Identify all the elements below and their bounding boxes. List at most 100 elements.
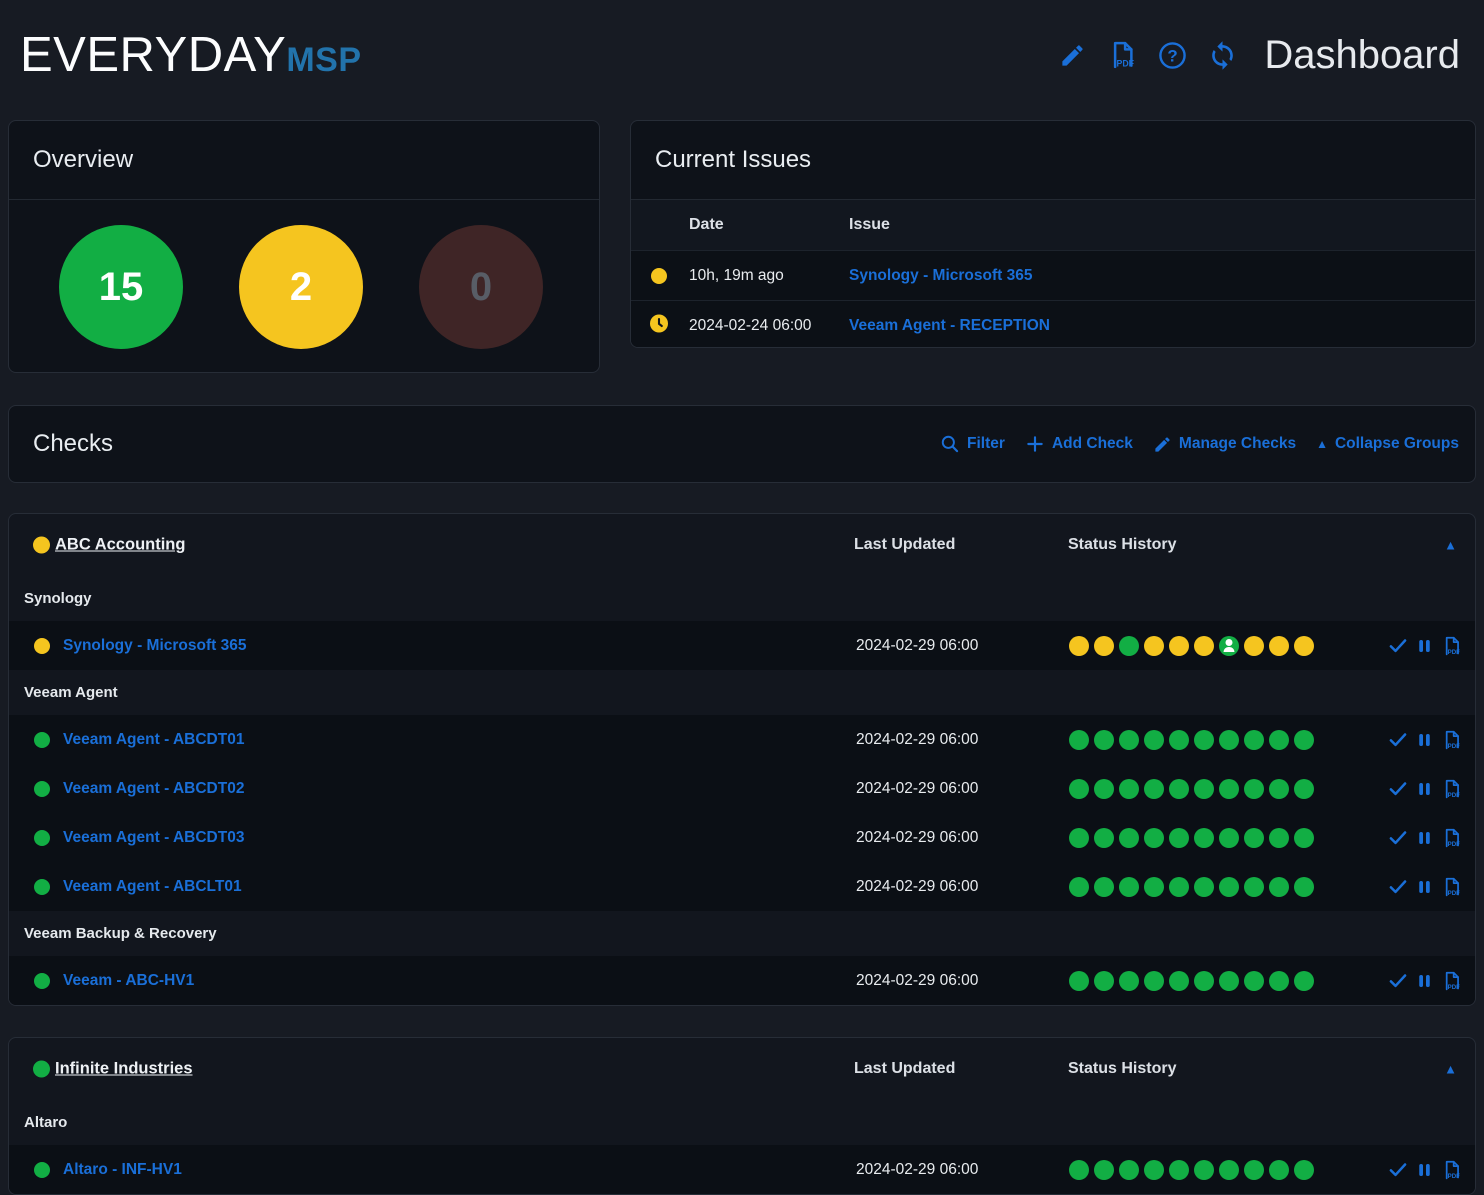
- pause-check-icon[interactable]: [1416, 829, 1433, 846]
- warning-status-dot: [651, 268, 667, 284]
- history-dot-ok: [1269, 828, 1289, 848]
- add-check-button[interactable]: Add Check: [1025, 434, 1133, 454]
- warning-clock-icon: [650, 314, 668, 337]
- export-pdf-icon[interactable]: PDF: [1106, 39, 1138, 71]
- history-dot-ok: [1294, 877, 1314, 897]
- overview-panel: Overview 15 2 0: [8, 120, 600, 373]
- issue-link[interactable]: Veeam Agent - RECEPTION: [849, 317, 1050, 335]
- history-dot-ok: [1094, 877, 1114, 897]
- pause-check-icon[interactable]: [1416, 780, 1433, 797]
- history-dot-ok: [1244, 971, 1264, 991]
- history-dot-ok: [1069, 877, 1089, 897]
- row-actions: PDF: [1388, 970, 1462, 991]
- history-dot-ok: [1094, 828, 1114, 848]
- history-dot-warn: [1194, 636, 1214, 656]
- check-row: Altaro - INF-HV1 2024-02-29 06:00 PDF: [9, 1145, 1475, 1194]
- clear-check-icon[interactable]: [1388, 730, 1408, 750]
- check-status-dot: [34, 732, 50, 748]
- check-row: Veeam Agent - ABCDT01 2024-02-29 06:00 P…: [9, 715, 1475, 764]
- check-last-updated: 2024-02-29 06:00: [856, 829, 978, 847]
- history-dot-ok: [1144, 1160, 1164, 1180]
- pdf-report-icon[interactable]: PDF: [1441, 729, 1462, 750]
- row-actions: PDF: [1388, 876, 1462, 897]
- check-name-link[interactable]: Synology - Microsoft 365: [63, 637, 246, 655]
- check-name-link[interactable]: Veeam - ABC-HV1: [63, 972, 194, 990]
- pause-check-icon[interactable]: [1416, 1161, 1433, 1178]
- pdf-report-icon[interactable]: PDF: [1441, 635, 1462, 656]
- collapse-groups-button[interactable]: ▲ Collapse Groups: [1316, 435, 1459, 453]
- history-dot-ok: [1269, 877, 1289, 897]
- group-name-link[interactable]: Infinite Industries: [55, 1060, 193, 1079]
- check-name-link[interactable]: Veeam Agent - ABCLT01: [63, 878, 242, 896]
- svg-text:PDF: PDF: [1448, 984, 1460, 991]
- collapse-groups-label: Collapse Groups: [1335, 435, 1459, 453]
- check-last-updated: 2024-02-29 06:00: [856, 1161, 978, 1179]
- row-actions: PDF: [1388, 729, 1462, 750]
- counter-ok-value: 15: [99, 265, 144, 310]
- column-last-updated: Last Updated: [854, 1060, 955, 1078]
- history-dot-ok: [1144, 828, 1164, 848]
- check-status-dot: [34, 879, 50, 895]
- history-dot-ok: [1269, 779, 1289, 799]
- check-name-link[interactable]: Veeam Agent - ABCDT03: [63, 829, 244, 847]
- help-icon[interactable]: ?: [1156, 39, 1188, 71]
- history-dot-ok: [1169, 1160, 1189, 1180]
- filter-button[interactable]: Filter: [940, 434, 1005, 454]
- edit-dashboard-icon[interactable]: [1056, 39, 1088, 71]
- history-dot-ok: [1294, 971, 1314, 991]
- clear-check-icon[interactable]: [1388, 828, 1408, 848]
- pause-check-icon[interactable]: [1416, 878, 1433, 895]
- clear-check-icon[interactable]: [1388, 1160, 1408, 1180]
- clear-check-icon[interactable]: [1388, 971, 1408, 991]
- clear-check-icon[interactable]: [1388, 636, 1408, 656]
- check-name-link[interactable]: Veeam Agent - ABCDT01: [63, 731, 244, 749]
- group-name-link[interactable]: ABC Accounting: [55, 536, 185, 555]
- plus-icon: [1025, 434, 1045, 454]
- svg-text:PDF: PDF: [1448, 890, 1460, 897]
- check-status-dot: [34, 781, 50, 797]
- pdf-report-icon[interactable]: PDF: [1441, 1159, 1462, 1180]
- manage-checks-button[interactable]: Manage Checks: [1153, 435, 1296, 454]
- history-dot-ok: [1244, 1160, 1264, 1180]
- collapse-group-icon[interactable]: ▲: [1444, 1063, 1457, 1076]
- section-label: Altaro: [9, 1100, 1475, 1145]
- check-last-updated: 2024-02-29 06:00: [856, 878, 978, 896]
- history-dot-ok: [1194, 730, 1214, 750]
- status-history: [1069, 877, 1314, 897]
- history-dot-ok: [1194, 1160, 1214, 1180]
- clear-check-icon[interactable]: [1388, 779, 1408, 799]
- pause-check-icon[interactable]: [1416, 637, 1433, 654]
- history-dot-ok: [1219, 1160, 1239, 1180]
- history-dot-ok: [1144, 730, 1164, 750]
- row-actions: PDF: [1388, 635, 1462, 656]
- refresh-icon[interactable]: [1206, 39, 1238, 71]
- history-dot-ok: [1069, 1160, 1089, 1180]
- status-history: [1069, 779, 1314, 799]
- pause-check-icon[interactable]: [1416, 972, 1433, 989]
- manage-checks-label: Manage Checks: [1179, 435, 1296, 453]
- history-dot-ok: [1219, 730, 1239, 750]
- issue-row: 2024-02-24 06:00 Veeam Agent - RECEPTION: [631, 301, 1475, 348]
- row-actions: PDF: [1388, 1159, 1462, 1180]
- pdf-report-icon[interactable]: PDF: [1441, 970, 1462, 991]
- counter-warning-value: 2: [290, 265, 312, 310]
- check-name-link[interactable]: Veeam Agent - ABCDT02: [63, 780, 244, 798]
- svg-text:PDF: PDF: [1448, 1173, 1460, 1180]
- issue-link[interactable]: Synology - Microsoft 365: [849, 267, 1032, 285]
- check-status-dot: [34, 830, 50, 846]
- group-status-dot: [33, 1061, 50, 1078]
- collapse-group-icon[interactable]: ▲: [1444, 539, 1457, 552]
- pdf-report-icon[interactable]: PDF: [1441, 827, 1462, 848]
- clear-check-icon[interactable]: [1388, 877, 1408, 897]
- pdf-report-icon[interactable]: PDF: [1441, 778, 1462, 799]
- history-dot-ok: [1069, 828, 1089, 848]
- pause-check-icon[interactable]: [1416, 731, 1433, 748]
- check-last-updated: 2024-02-29 06:00: [856, 731, 978, 749]
- app-logo: EVERYDAYMSP: [20, 27, 362, 83]
- history-dot-ok: [1119, 1160, 1139, 1180]
- status-history: [1069, 1160, 1314, 1180]
- pdf-report-icon[interactable]: PDF: [1441, 876, 1462, 897]
- check-name-link[interactable]: Altaro - INF-HV1: [63, 1161, 182, 1179]
- status-history: [1069, 971, 1314, 991]
- history-dot-ok: [1119, 779, 1139, 799]
